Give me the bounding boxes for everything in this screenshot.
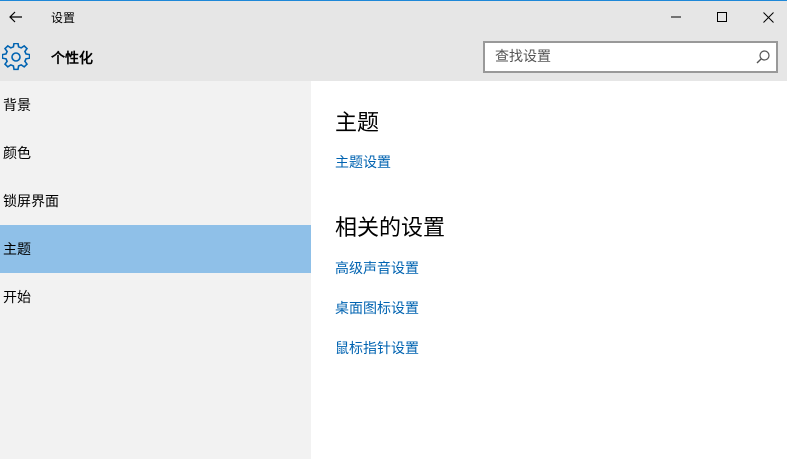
title-bar: 设置 <box>0 1 787 33</box>
search-box[interactable] <box>483 41 778 73</box>
sidebar: 背景 颜色 锁屏界面 主题 开始 <box>0 81 311 459</box>
theme-settings-link[interactable]: 主题设置 <box>335 152 391 172</box>
sidebar-item-background[interactable]: 背景 <box>0 81 311 129</box>
sidebar-item-themes[interactable]: 主题 <box>0 225 311 273</box>
desktop-icon-settings-link[interactable]: 桌面图标设置 <box>335 298 419 318</box>
minimize-button[interactable] <box>653 1 699 33</box>
sidebar-item-label: 锁屏界面 <box>3 194 59 210</box>
sidebar-item-label: 开始 <box>3 290 31 306</box>
minimize-icon <box>671 16 681 18</box>
mouse-pointer-settings-link[interactable]: 鼠标指针设置 <box>335 338 419 358</box>
page-title: 个性化 <box>51 51 93 67</box>
page-header: 个性化 <box>0 33 787 81</box>
sidebar-item-label: 颜色 <box>3 146 31 162</box>
window-title: 设置 <box>51 11 76 25</box>
maximize-icon <box>717 12 727 22</box>
sidebar-item-start[interactable]: 开始 <box>0 273 311 321</box>
back-arrow-icon <box>9 11 22 23</box>
close-button[interactable] <box>745 1 787 33</box>
sidebar-item-lock-screen[interactable]: 锁屏界面 <box>0 177 311 225</box>
sidebar-item-label: 背景 <box>3 98 31 114</box>
gear-icon <box>2 43 30 71</box>
close-icon <box>762 11 774 23</box>
search-icon[interactable] <box>755 49 771 65</box>
back-button[interactable] <box>0 1 32 33</box>
sidebar-item-label: 主题 <box>3 242 31 258</box>
main-content: 主题 主题设置 相关的设置 高级声音设置 桌面图标设置 鼠标指针设置 <box>311 81 787 459</box>
section-title-theme: 主题 <box>335 111 380 136</box>
maximize-button[interactable] <box>699 1 745 33</box>
advanced-sound-settings-link[interactable]: 高级声音设置 <box>335 258 419 278</box>
sidebar-item-colors[interactable]: 颜色 <box>0 129 311 177</box>
search-input[interactable] <box>485 43 745 71</box>
settings-window: 设置 个性化 查找设置 背景 颜色 锁屏界面 主题 开始 主题 主题设置 相关的… <box>0 0 787 459</box>
section-title-related-settings: 相关的设置 <box>335 216 446 241</box>
